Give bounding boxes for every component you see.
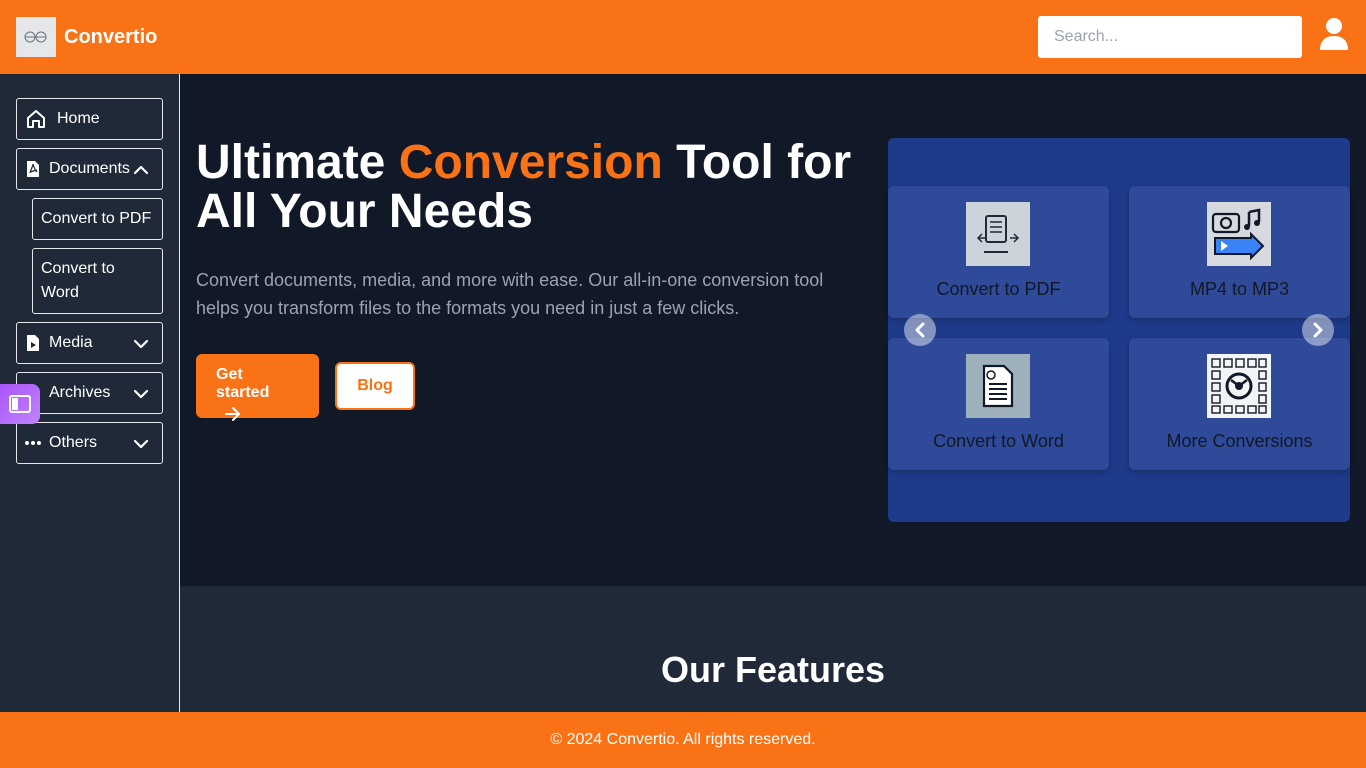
footer-copyright: © 2024 Convertio. All rights reserved. bbox=[550, 731, 816, 748]
ellipsis-icon bbox=[25, 432, 41, 454]
blog-button[interactable]: Blog bbox=[335, 362, 415, 410]
file-video-icon bbox=[25, 332, 41, 354]
user-icon[interactable] bbox=[1318, 16, 1350, 52]
more-conversions-icon bbox=[1207, 354, 1271, 418]
card-label: Convert to PDF bbox=[936, 279, 1061, 299]
sidebar-item-label: Archives bbox=[49, 384, 111, 401]
carousel-next-button[interactable] bbox=[1302, 314, 1334, 346]
top-header: Convertio bbox=[0, 0, 1366, 74]
carousel-prev-button[interactable] bbox=[904, 314, 936, 346]
logo-glyph-icon bbox=[24, 31, 47, 43]
carousel-card-mp4-to-mp3[interactable]: MP4 to MP3 bbox=[1129, 186, 1350, 318]
carousel-card-more-conversions[interactable]: More Conversions bbox=[1129, 338, 1350, 470]
get-started-label: Get started bbox=[216, 366, 270, 401]
search-input[interactable] bbox=[1038, 16, 1302, 58]
sidebar-item-media[interactable]: Media bbox=[16, 322, 163, 364]
sidebar-subitem-convert-to-pdf[interactable]: Convert to PDF bbox=[32, 198, 163, 240]
carousel-card-convert-to-word[interactable]: Convert to Word bbox=[888, 338, 1109, 470]
chevron-up-icon[interactable] bbox=[132, 161, 150, 179]
hero-title-accent: Conversion bbox=[398, 136, 663, 189]
chevron-down-icon[interactable] bbox=[132, 385, 150, 403]
hero-title-part1: Ultimate bbox=[196, 136, 399, 189]
file-pdf-icon bbox=[25, 158, 41, 180]
chevron-down-icon[interactable] bbox=[132, 435, 150, 453]
arrow-right-icon bbox=[225, 407, 240, 421]
features-section: Our Features bbox=[180, 586, 1366, 712]
app-name[interactable]: Convertio bbox=[64, 25, 157, 49]
sidebar-item-label: Others bbox=[49, 434, 98, 451]
sidebar-subitem-convert-to-word[interactable]: Convert to Word bbox=[32, 248, 163, 314]
footer: © 2024 Convertio. All rights reserved. bbox=[0, 712, 1366, 768]
chevron-down-icon[interactable] bbox=[132, 335, 150, 353]
conversion-carousel: Convert to PDF MP4 to MP3 Convert to Wor… bbox=[888, 138, 1350, 522]
sidebar-item-others[interactable]: Others bbox=[16, 422, 163, 464]
chevron-right-icon bbox=[1313, 322, 1323, 338]
sidebar-item-documents[interactable]: Documents bbox=[16, 148, 163, 190]
card-label: More Conversions bbox=[1166, 431, 1313, 451]
home-icon bbox=[25, 108, 47, 130]
carousel-card-convert-to-pdf[interactable]: Convert to PDF bbox=[888, 186, 1109, 318]
get-started-button[interactable]: Get started bbox=[196, 354, 319, 421]
hero-description: Convert documents, media, and more with … bbox=[196, 270, 824, 318]
panel-icon bbox=[9, 395, 31, 413]
sidebar-item-label: Home bbox=[57, 110, 100, 127]
chevron-left-icon bbox=[915, 322, 925, 338]
hero-title: Ultimate Conversion Tool for All Your Ne… bbox=[196, 138, 876, 236]
mp4-to-mp3-icon bbox=[1207, 202, 1271, 266]
card-label: MP4 to MP3 bbox=[1189, 279, 1290, 299]
word-document-icon bbox=[966, 354, 1030, 418]
sidebar-toggle-button[interactable] bbox=[0, 384, 40, 424]
card-label: Convert to Word bbox=[933, 431, 1064, 451]
logo-image[interactable] bbox=[16, 17, 56, 57]
features-title: Our Features bbox=[660, 649, 886, 690]
sidebar-item-label: Documents bbox=[49, 160, 130, 177]
sidebar-item-label: Media bbox=[49, 334, 93, 351]
pdf-convert-icon bbox=[966, 202, 1030, 266]
sidebar-item-home[interactable]: Home bbox=[16, 98, 163, 140]
